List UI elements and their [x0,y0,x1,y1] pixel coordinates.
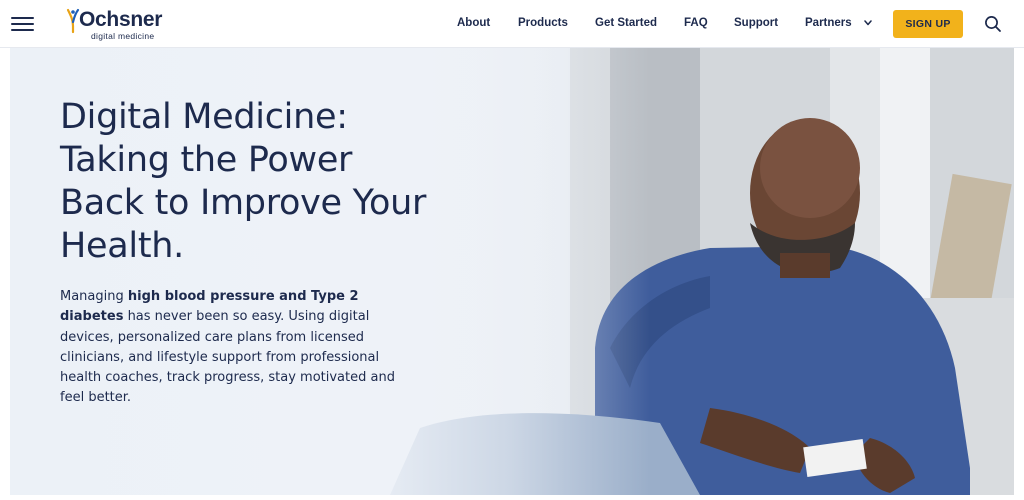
hero-description-lead: Managing [60,289,128,304]
ochsner-logo-mark [66,8,80,34]
sign-up-button[interactable]: SIGN UP [893,10,963,38]
brand-logo[interactable]: Ochsner digital medicine [66,6,184,42]
site-header: Ochsner digital medicine About Products … [0,0,1024,48]
hamburger-menu-icon[interactable] [11,14,35,34]
chevron-down-icon[interactable] [864,20,872,26]
search-icon[interactable] [984,15,1002,33]
brand-tagline: digital medicine [91,31,155,41]
nav-products[interactable]: Products [518,17,568,29]
nav-support[interactable]: Support [734,17,778,29]
nav-about[interactable]: About [457,17,490,29]
hero-section: Digital Medicine: Taking the Power Back … [10,48,1014,495]
nav-faq[interactable]: FAQ [684,17,708,29]
hero-title: Digital Medicine: Taking the Power Back … [60,97,427,266]
nav-partners[interactable]: Partners [805,17,852,29]
brand-name: Ochsner [79,8,163,31]
nav-get-started[interactable]: Get Started [595,17,657,29]
hero-description: Managing high blood pressure and Type 2 … [60,287,420,409]
